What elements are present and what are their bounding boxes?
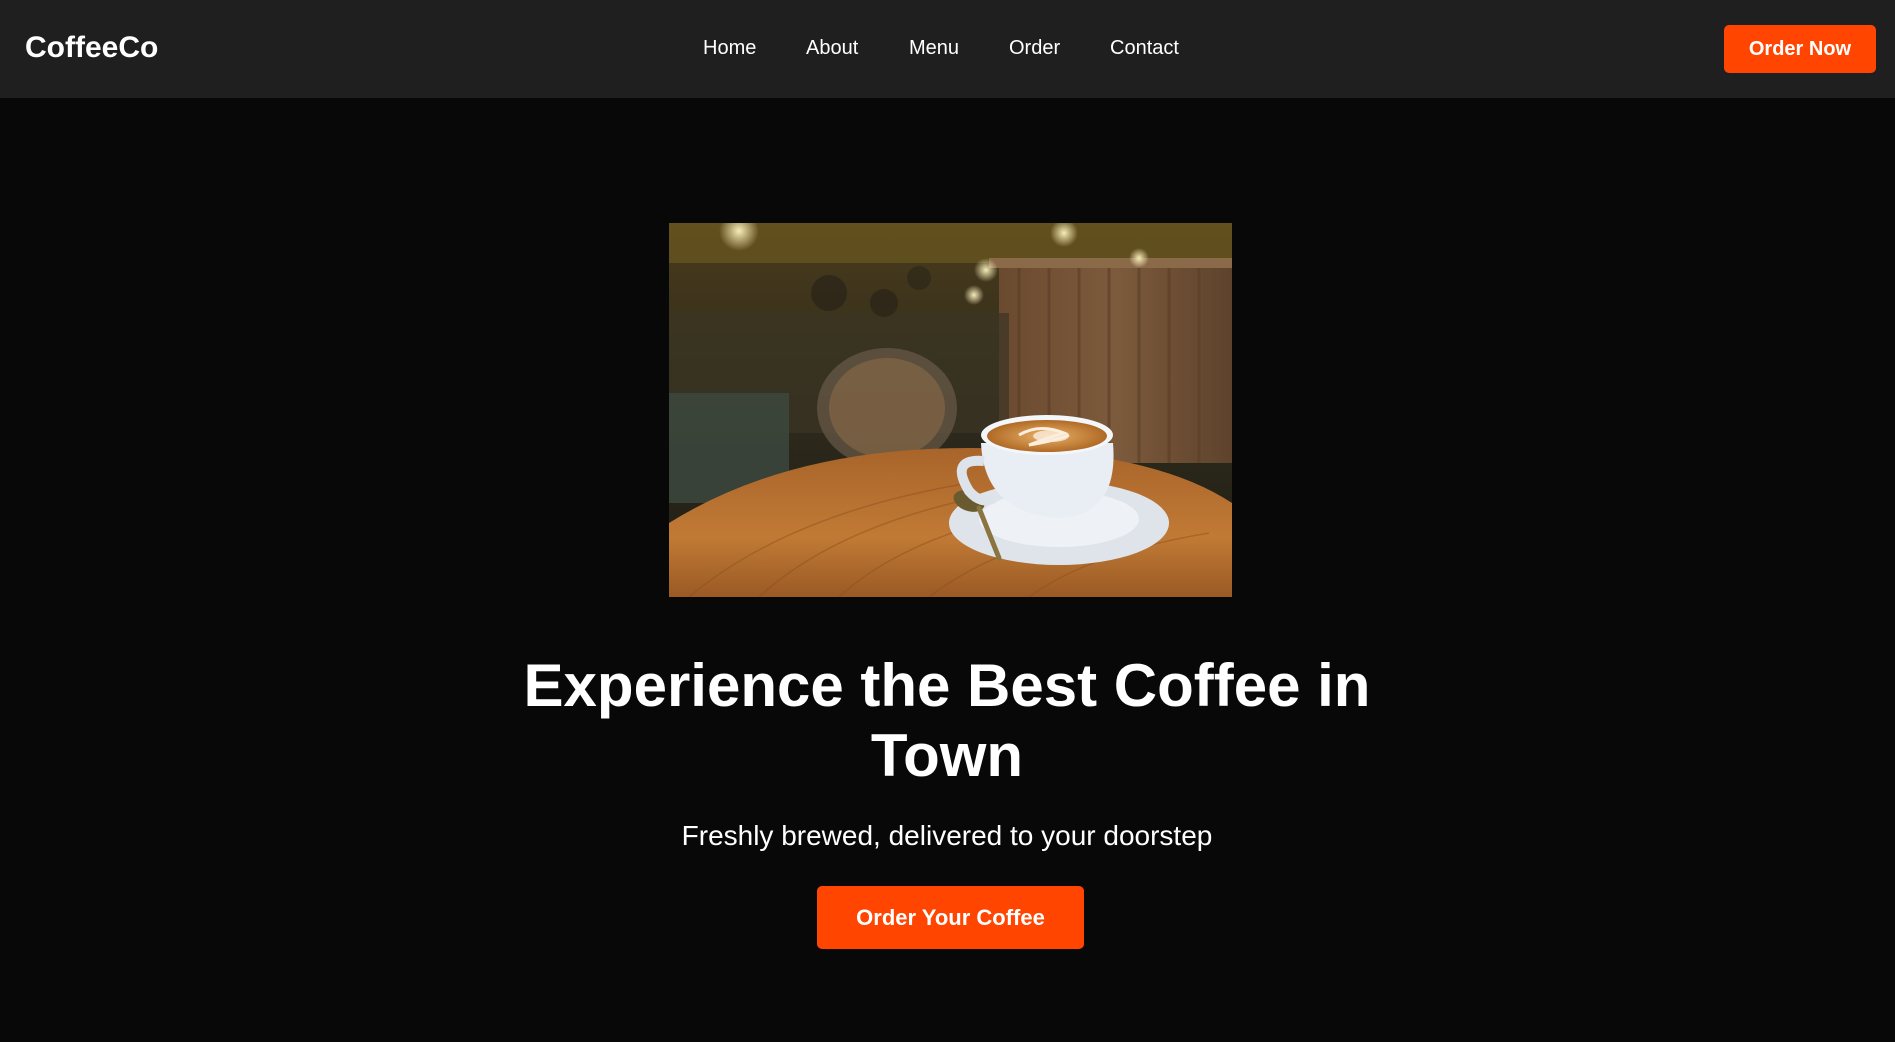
navbar: CoffeeCo Home About Menu Order Contact O… bbox=[0, 0, 1895, 98]
nav-links: Home About Menu Order Contact bbox=[0, 36, 1895, 62]
hero-coffee-image bbox=[669, 223, 1232, 597]
nav-link-contact[interactable]: Contact bbox=[1110, 36, 1179, 60]
nav-link-home[interactable]: Home bbox=[703, 36, 756, 60]
nav-link-about[interactable]: About bbox=[806, 36, 858, 60]
order-now-button[interactable]: Order Now bbox=[1724, 25, 1876, 73]
hero-subtitle: Freshly brewed, delivered to your doorst… bbox=[681, 820, 1213, 851]
nav-link-menu[interactable]: Menu bbox=[909, 36, 959, 60]
hero-title: Experience the Best Coffee in Town bbox=[523, 652, 1371, 789]
order-your-coffee-button[interactable]: Order Your Coffee bbox=[817, 886, 1084, 949]
hero-section: Experience the Best Coffee in Town Fresh… bbox=[0, 98, 1895, 1042]
nav-link-order[interactable]: Order bbox=[1009, 36, 1060, 60]
